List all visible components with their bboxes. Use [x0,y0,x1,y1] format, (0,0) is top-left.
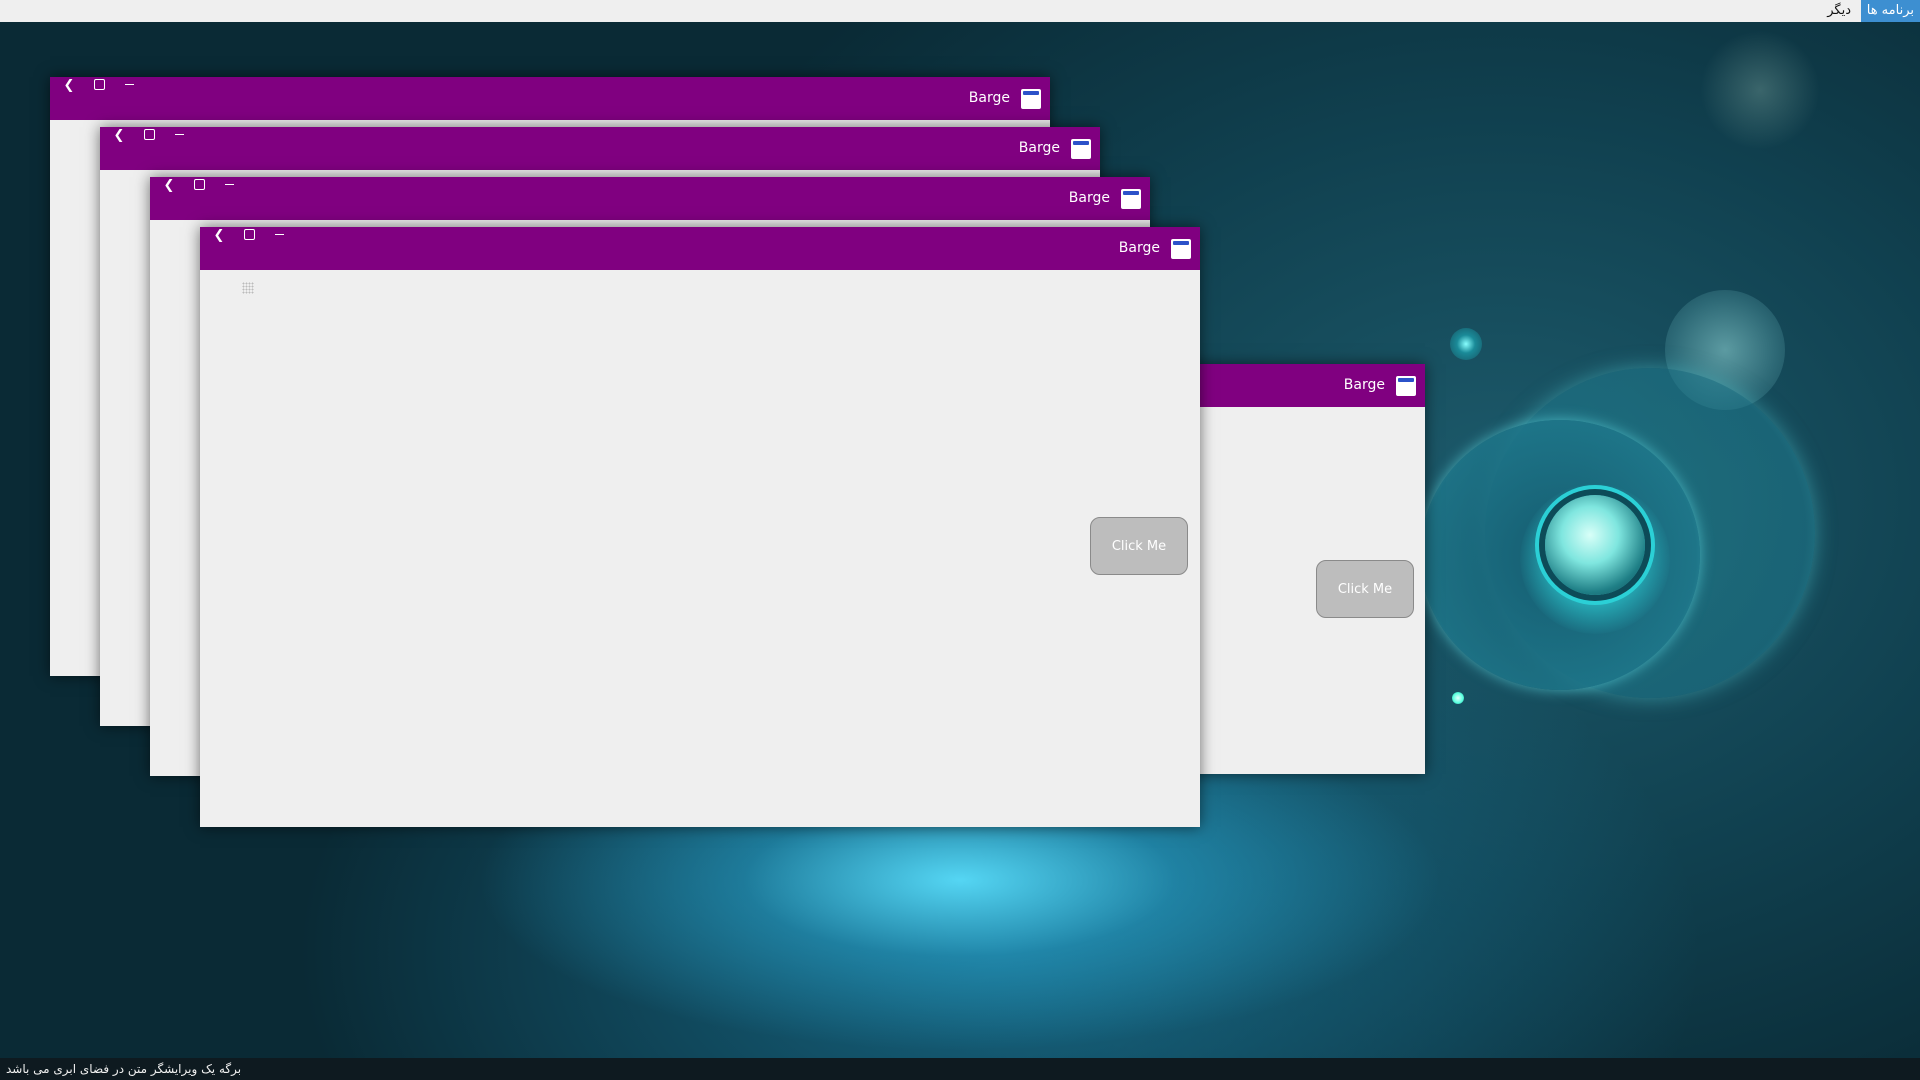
app-window-icon [1396,376,1416,396]
click-me-button[interactable]: Click Me [1090,517,1188,575]
window-title: Barge [968,90,1010,106]
maximize-icon[interactable] [140,127,158,145]
app-window-icon [1071,139,1091,159]
app-window-icon [1021,89,1041,109]
app-window-icon [1121,189,1141,209]
top-panel: دیگر برنامه ها [0,0,1920,22]
window-title: Barge [1018,140,1060,156]
status-text: برگه یک ویرایشگر متن در فضای ابری می باش… [6,1062,242,1076]
app-window-icon [1171,239,1191,259]
other-menu[interactable]: دیگر [1821,0,1857,22]
window-title: Barge [1343,377,1385,393]
wallpaper-glow [1700,30,1820,150]
maximize-icon[interactable] [90,77,108,95]
wallpaper-dot [1452,692,1464,704]
back-icon[interactable]: ❮ [160,177,178,195]
window-title: Barge [1068,190,1110,206]
minimize-icon[interactable] [170,127,188,145]
window-titlebar[interactable]: ❮ Barge [200,227,1200,270]
minimize-icon[interactable] [220,177,238,195]
window-titlebar[interactable]: ❮ Barge [150,177,1150,220]
back-icon[interactable]: ❮ [110,127,128,145]
apps-menu[interactable]: برنامه ها [1860,0,1920,22]
maximize-icon[interactable] [190,177,208,195]
wallpaper-dot [1450,328,1482,360]
window-titlebar[interactable]: ❮ Barge [50,77,1050,120]
window-title: Barge [1118,240,1160,256]
minimize-icon[interactable] [120,77,138,95]
maximize-icon[interactable] [240,227,258,245]
back-icon[interactable]: ❮ [60,77,78,95]
status-bar: برگه یک ویرایشگر متن در فضای ابری می باش… [0,1058,1920,1080]
back-icon[interactable]: ❮ [210,227,228,245]
barge-window-active[interactable]: ❮ Barge Click Me [200,227,1200,827]
minimize-icon[interactable] [270,227,288,245]
drag-handle [242,282,254,294]
wallpaper-orb [1545,495,1645,595]
click-me-button[interactable]: Click Me [1316,560,1414,618]
window-titlebar[interactable]: ❮ Barge [100,127,1100,170]
